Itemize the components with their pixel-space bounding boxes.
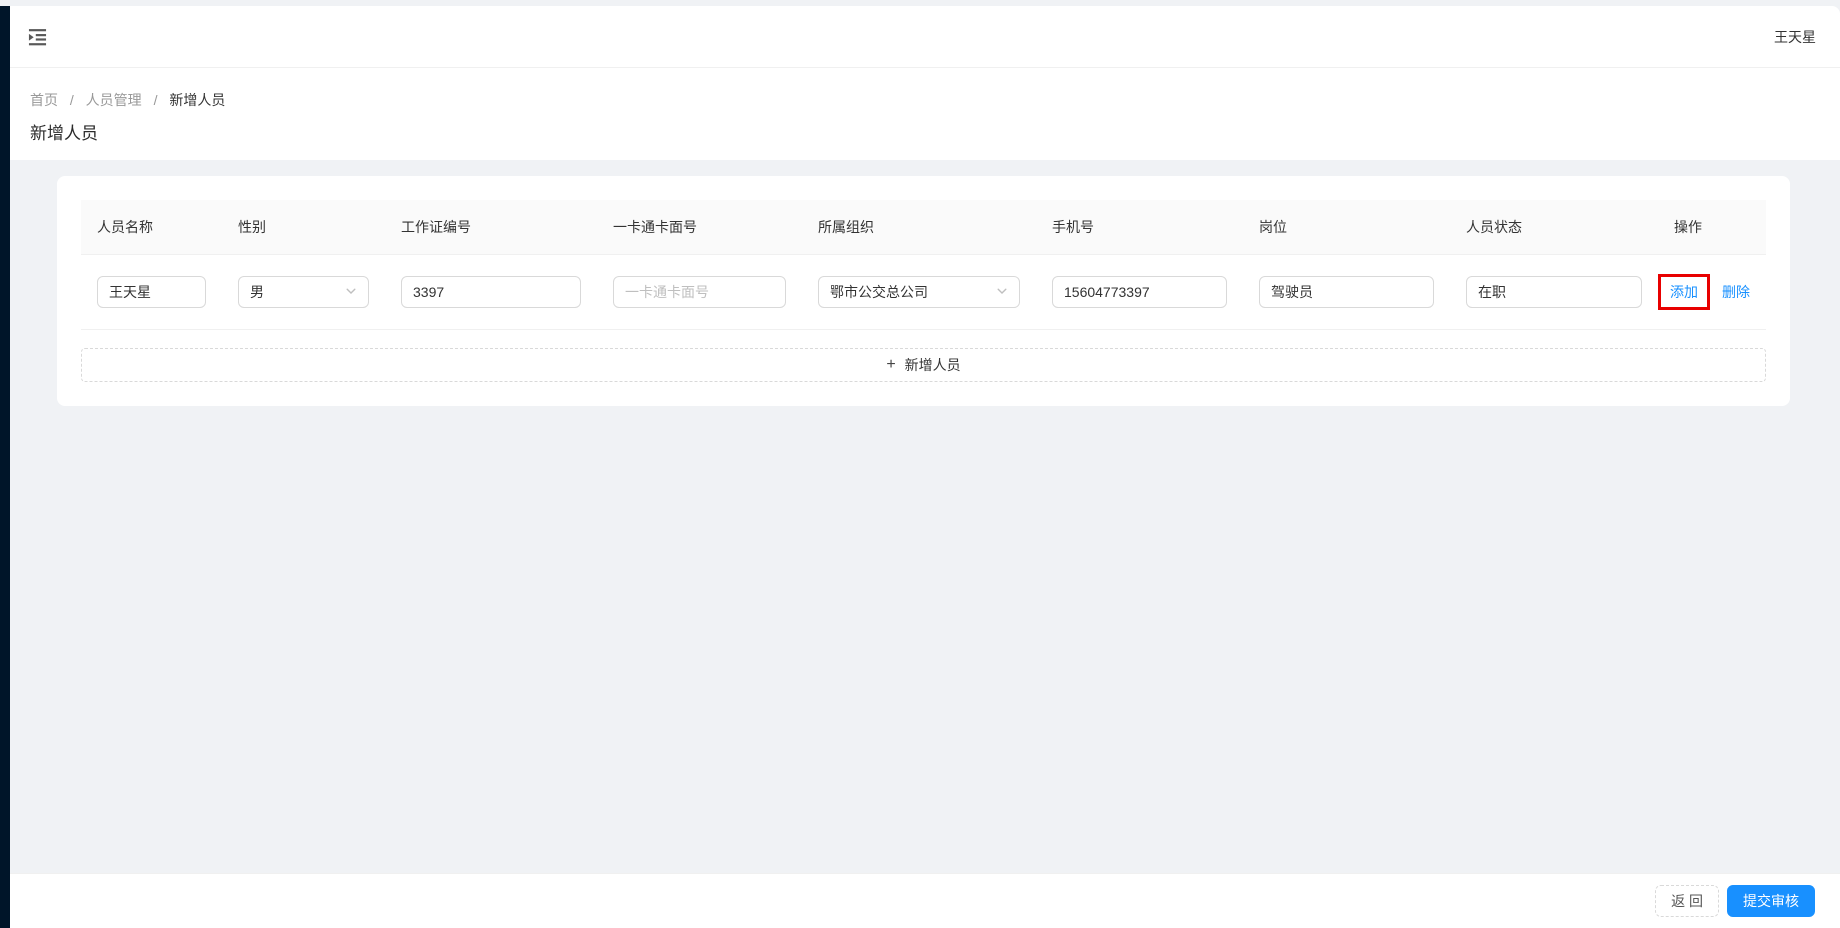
gender-select[interactable]: 男: [238, 276, 369, 308]
content-area: 人员名称 性别 工作证编号 一卡通卡面号 所属组织 手机号 岗位 人员状态 操作: [10, 160, 1840, 873]
submit-review-button[interactable]: 提交审核: [1727, 885, 1815, 917]
breadcrumb-home[interactable]: 首页: [30, 92, 58, 108]
header-post: 岗位: [1243, 200, 1450, 255]
header-card-no: 一卡通卡面号: [597, 200, 802, 255]
header-gender: 性别: [222, 200, 385, 255]
breadcrumb: 首页 / 人员管理 / 新增人员: [30, 90, 1820, 110]
header-status: 人员状态: [1450, 200, 1658, 255]
organization-select-value: 鄂市公交总公司: [830, 284, 928, 300]
work-id-input[interactable]: [401, 276, 581, 308]
topbar: 王天星: [10, 6, 1840, 68]
add-row-button[interactable]: + 新增人员: [81, 348, 1766, 382]
gender-select-value: 男: [250, 284, 264, 300]
header-actions: 操作: [1658, 200, 1766, 255]
breadcrumb-separator: /: [153, 92, 158, 108]
user-menu[interactable]: 王天星: [1774, 27, 1816, 47]
status-input[interactable]: [1466, 276, 1642, 308]
personnel-table: 人员名称 性别 工作证编号 一卡通卡面号 所属组织 手机号 岗位 人员状态 操作: [81, 200, 1766, 330]
page-header: 首页 / 人员管理 / 新增人员 新增人员: [10, 68, 1840, 160]
plus-icon: +: [886, 356, 896, 373]
phone-input[interactable]: [1052, 276, 1227, 308]
name-input[interactable]: [97, 276, 206, 308]
page-title: 新增人员: [30, 124, 98, 143]
table-row: 男 鄂市公交总公司: [81, 254, 1766, 330]
breadcrumb-current: 新增人员: [169, 92, 226, 108]
header-organization: 所属组织: [802, 200, 1036, 255]
breadcrumb-personnel[interactable]: 人员管理: [86, 92, 142, 108]
header-work-id: 工作证编号: [385, 200, 597, 255]
form-card: 人员名称 性别 工作证编号 一卡通卡面号 所属组织 手机号 岗位 人员状态 操作: [57, 176, 1790, 406]
add-row-button-label: 新增人员: [904, 357, 961, 373]
main-layout: 王天星 首页 / 人员管理 / 新增人员 新增人员 人员名称 性别 工作证编号 …: [10, 6, 1840, 928]
back-button[interactable]: 返 回: [1655, 885, 1719, 917]
add-link[interactable]: 添加: [1670, 282, 1698, 302]
footer-action-bar: 返 回 提交审核: [10, 873, 1840, 928]
menu-unfold-icon[interactable]: [28, 27, 47, 46]
post-input[interactable]: [1259, 276, 1434, 308]
card-no-input[interactable]: [613, 276, 786, 308]
breadcrumb-separator: /: [69, 92, 74, 108]
chevron-down-icon: [996, 284, 1008, 300]
collapsed-sidebar-rail: [0, 6, 10, 928]
chevron-down-icon: [345, 284, 357, 300]
table-header-row: 人员名称 性别 工作证编号 一卡通卡面号 所属组织 手机号 岗位 人员状态 操作: [81, 200, 1766, 255]
annotation-highlight-box: 添加: [1658, 274, 1710, 310]
row-actions: 添加 删除: [1658, 274, 1750, 310]
delete-link[interactable]: 删除: [1722, 282, 1750, 302]
header-name: 人员名称: [81, 200, 222, 255]
header-phone: 手机号: [1036, 200, 1243, 255]
organization-select[interactable]: 鄂市公交总公司: [818, 276, 1020, 308]
